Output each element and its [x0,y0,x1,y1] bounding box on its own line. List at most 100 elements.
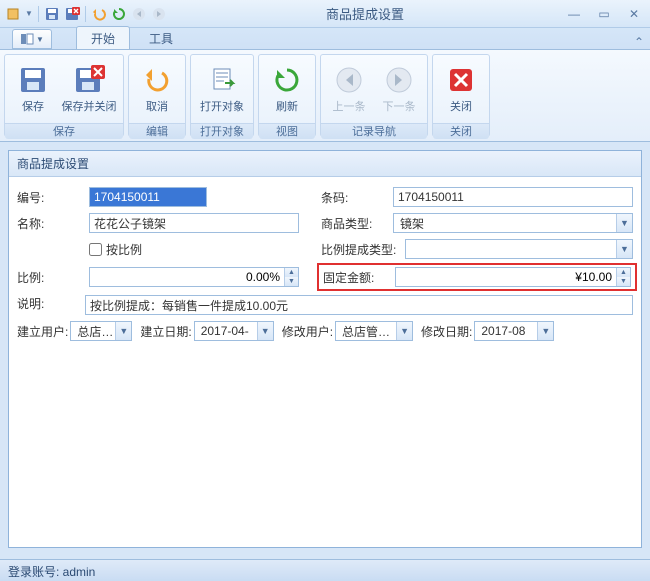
group-view: 刷新 视图 [258,54,316,137]
tab-start[interactable]: 开始 [76,26,130,49]
close-label: 关闭 [450,98,472,114]
app-icon[interactable] [4,5,22,23]
spin-down-icon[interactable]: ▼ [285,277,298,286]
create-date-combo[interactable]: 2017-04- ▼ [194,321,274,341]
cancel-label: 取消 [146,98,168,114]
group-save: 保存 保存并关闭 保存 [4,54,124,137]
refresh-label: 刷新 [276,98,298,114]
save-close-label: 保存并关闭 [62,98,117,114]
ratio-value: 0.00% [90,270,284,284]
ctype-label: 比例提成类型: [321,241,405,258]
fixed-amount-highlight: 固定金额: ¥10.00 ▲▼ [317,263,637,291]
close-icon [445,64,477,96]
open-object-label: 打开对象 [200,98,244,114]
close-button[interactable]: ✕ [622,6,646,22]
spin-up-icon[interactable]: ▲ [285,268,298,277]
status-bar: 登录账号: admin [0,559,650,581]
quick-access-toolbar: ▼ [4,5,168,23]
prev-icon [130,5,148,23]
form-title: 商品提成设置 [9,151,641,177]
name-input[interactable] [89,213,299,233]
refresh-button[interactable]: 刷新 [263,57,311,121]
refresh-icon[interactable] [110,5,128,23]
ratio-spinner[interactable]: 0.00% ▲▼ [89,267,299,287]
save-button[interactable]: 保存 [9,57,57,121]
chevron-down-icon: ▼ [257,322,273,340]
undo-icon[interactable] [90,5,108,23]
ptype-value: 镜架 [398,215,616,232]
chevron-down-icon: ▼ [396,322,412,340]
chevron-down-icon: ▼ [537,322,553,340]
mod-date-combo[interactable]: 2017-08 ▼ [474,321,554,341]
next-label: 下一条 [383,98,416,114]
ptype-label: 商品类型: [321,215,393,232]
group-nav-label: 记录导航 [321,123,427,139]
save-label: 保存 [22,98,44,114]
qat-dropdown-icon[interactable]: ▼ [24,5,34,23]
group-open: 打开对象 打开对象 [190,54,254,137]
prev-icon [333,64,365,96]
chevron-down-icon: ▼ [115,322,131,340]
group-nav: 上一条 下一条 记录导航 [320,54,428,137]
fixed-spinner[interactable]: ¥10.00 ▲▼ [395,267,631,287]
minimize-button[interactable]: — [562,6,586,22]
open-object-button[interactable]: 打开对象 [195,57,249,121]
cancel-button[interactable]: 取消 [133,57,181,121]
save-close-button[interactable]: 保存并关闭 [59,57,119,121]
mod-date-label: 修改日期: [421,323,472,340]
next-icon [150,5,168,23]
chevron-down-icon: ▼ [616,240,632,258]
group-close-label: 关闭 [433,123,489,139]
prev-button: 上一条 [325,57,373,121]
create-user-label: 建立用户: [17,323,68,340]
code-input[interactable] [89,187,207,207]
create-user-combo[interactable]: 总店… ▼ [70,321,132,341]
ribbon: 保存 保存并关闭 保存 取消 编辑 打开对象 打开对象 [0,50,650,142]
fixed-value: ¥10.00 [396,270,616,284]
byratio-check-input[interactable] [89,243,102,256]
byratio-label: 按比例 [106,241,142,258]
mod-date-value: 2017-08 [479,324,537,338]
ribbon-tabs: ▼ 开始 工具 ⌃ [0,28,650,50]
create-user-value: 总店… [75,323,115,340]
maximize-button[interactable]: ▭ [592,6,616,22]
group-open-label: 打开对象 [191,123,253,139]
create-date-value: 2017-04- [199,324,257,338]
save-close-icon[interactable] [63,5,81,23]
undo-icon [141,64,173,96]
save-close-icon [73,64,105,96]
desc-input[interactable] [85,295,633,315]
app-menu-button[interactable]: ▼ [12,29,52,49]
byratio-checkbox[interactable]: 按比例 [89,241,142,258]
form-body: 编号: 条码: 名称: 商品类型: 镜架 ▼ [9,177,641,351]
prev-label: 上一条 [333,98,366,114]
ratio-label: 比例: [17,269,89,286]
create-date-label: 建立日期: [140,323,191,340]
tab-tools[interactable]: 工具 [134,26,188,49]
close-record-button[interactable]: 关闭 [437,57,485,121]
barcode-input[interactable] [393,187,633,207]
refresh-icon [271,64,303,96]
desc-label: 说明: [17,295,85,315]
spin-down-icon[interactable]: ▼ [617,277,630,286]
login-status: 登录账号: admin [8,565,95,579]
ctype-combo[interactable]: ▼ [405,239,633,259]
mod-user-combo[interactable]: 总店管… ▼ [335,321,413,341]
window-buttons: — ▭ ✕ [562,6,646,22]
group-save-label: 保存 [5,123,123,139]
save-icon[interactable] [43,5,61,23]
group-edit-label: 编辑 [129,123,185,139]
title-bar: ▼ 商品提成设置 — ▭ ✕ [0,0,650,28]
chevron-down-icon: ▼ [616,214,632,232]
form-panel: 商品提成设置 编号: 条码: 名称: 商品类型: 镜架 ▼ [8,150,642,548]
save-icon [17,64,49,96]
ribbon-collapse-icon[interactable]: ⌃ [634,35,644,49]
code-label: 编号: [17,189,89,206]
name-label: 名称: [17,215,89,232]
spin-up-icon[interactable]: ▲ [617,268,630,277]
group-close: 关闭 关闭 [432,54,490,137]
ptype-combo[interactable]: 镜架 ▼ [393,213,633,233]
group-view-label: 视图 [259,123,315,139]
next-button: 下一条 [375,57,423,121]
window-title: 商品提成设置 [168,4,562,23]
